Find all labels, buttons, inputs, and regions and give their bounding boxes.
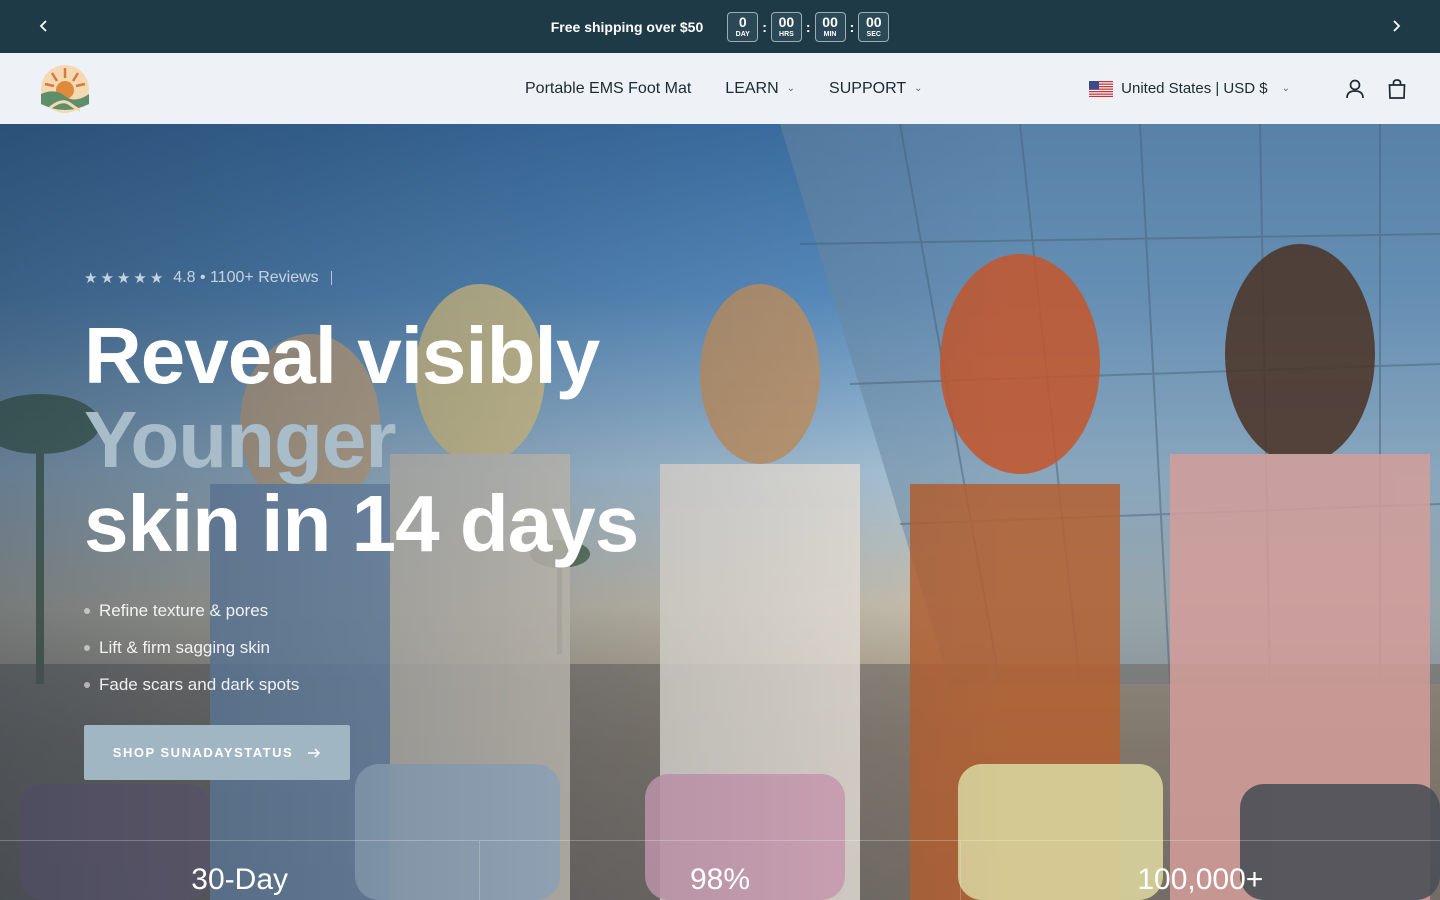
bullet-icon (84, 607, 90, 614)
countdown-separator: : (805, 18, 811, 35)
countdown-minutes-label: MIN (823, 31, 837, 38)
hero-headline: Reveal visibly Younger skin in 14 days (84, 311, 639, 568)
countdown-hours-value: 00 (778, 14, 795, 30)
chevron-down-icon: ⌄ (786, 83, 796, 94)
countdown-timer: 0 DAY : 00 HRS : 00 MIN : 00 SEC (727, 11, 890, 42)
headline-accent: Younger (84, 395, 397, 484)
us-flag-icon (1089, 80, 1114, 97)
headline-line-3: skin in 14 days (84, 479, 639, 568)
countdown-seconds-label: SEC (866, 31, 881, 38)
list-item: Lift & firm sagging skin (84, 629, 299, 666)
star-icon: ★ (100, 270, 114, 287)
chevron-down-icon: ⌄ (914, 83, 923, 94)
brand-logo[interactable] (40, 64, 90, 114)
stat-customers: 100,000+ (1137, 863, 1264, 896)
countdown-seconds: 00 SEC (858, 11, 890, 42)
countdown-hours-label: HRS (779, 31, 794, 38)
countdown-day-value: 0 (738, 14, 747, 30)
next-announcement-button[interactable] (1382, 12, 1410, 40)
cart-icon[interactable] (1386, 78, 1408, 100)
stat-guarantee: 30-Day (0, 841, 481, 900)
star-icon: ★ (133, 270, 147, 287)
benefit-text: Fade scars and dark spots (99, 674, 300, 694)
header-tools: United States | USD $ ⌄ (1089, 53, 1408, 124)
star-rating: ★ ★ ★ ★ ★ (84, 269, 163, 287)
rating-summary[interactable]: ★ ★ ★ ★ ★ 4.8 • 1100+ Reviews (84, 269, 332, 287)
nav-item-foot-mat[interactable]: Portable EMS Foot Mat (525, 80, 691, 98)
benefit-text: Lift & firm sagging skin (99, 637, 271, 657)
announcement-bar: Free shipping over $50 0 DAY : 00 HRS : 00… (0, 0, 1440, 53)
countdown-day: 0 DAY (727, 11, 759, 42)
countdown-separator: : (849, 18, 855, 35)
benefit-text: Refine texture & pores (99, 600, 269, 620)
divider (330, 271, 332, 285)
bullet-icon (84, 644, 90, 651)
previous-announcement-button[interactable] (30, 12, 58, 40)
countdown-minutes-value: 00 (822, 14, 838, 30)
countdown-seconds-value: 00 (865, 14, 882, 30)
countdown-minutes: 00 MIN (814, 11, 846, 42)
nav-item-learn[interactable]: LEARN ⌄ (725, 80, 795, 98)
rating-text: 4.8 • 1100+ Reviews (173, 269, 319, 286)
stat-satisfaction: 98% (480, 841, 961, 900)
list-item: Fade scars and dark spots (84, 666, 299, 703)
main-nav: Portable EMS Foot Mat LEARN ⌄ SUPPORT ⌄ (525, 53, 923, 124)
chevron-right-icon (1393, 20, 1401, 32)
hero-section: ★ ★ ★ ★ ★ 4.8 • 1100+ Reviews Reveal vis… (0, 124, 1440, 900)
site-header: Portable EMS Foot Mat LEARN ⌄ SUPPORT ⌄ Un… (0, 53, 1440, 124)
chevron-left-icon (39, 20, 47, 32)
list-item: Refine texture & pores (84, 592, 299, 629)
announcement-message: Free shipping over $50 (550, 18, 704, 35)
cta-label: SHOP SUNADAYSTATUS (112, 745, 294, 760)
country-selector[interactable]: United States | USD $ ⌄ (1089, 80, 1290, 97)
star-icon: ★ (84, 270, 98, 287)
shop-now-button[interactable]: SHOP SUNADAYSTATUS (84, 725, 350, 780)
nav-item-support[interactable]: SUPPORT ⌄ (829, 80, 922, 98)
chevron-down-icon: ⌄ (1281, 83, 1290, 94)
arrow-right-icon (308, 747, 321, 758)
nav-item-label: LEARN (725, 79, 779, 97)
countdown-day-label: DAY (735, 31, 750, 38)
star-icon: ★ (149, 270, 164, 287)
account-icon[interactable] (1344, 78, 1366, 100)
nav-item-label: Portable EMS Foot Mat (525, 79, 692, 97)
nav-item-label: SUPPORT (829, 79, 907, 97)
bullet-icon (84, 681, 90, 688)
star-icon: ★ (116, 270, 131, 287)
countdown-hours: 00 HRS (770, 11, 802, 42)
stats-bar: 30-Day 98% 100,000+ (0, 840, 1440, 900)
headline-line-1: Reveal visibly (84, 311, 600, 400)
countdown-separator: : (762, 18, 767, 35)
benefit-list: Refine texture & pores Lift & firm saggi… (84, 592, 299, 703)
country-label: United States | USD $ (1121, 80, 1268, 97)
